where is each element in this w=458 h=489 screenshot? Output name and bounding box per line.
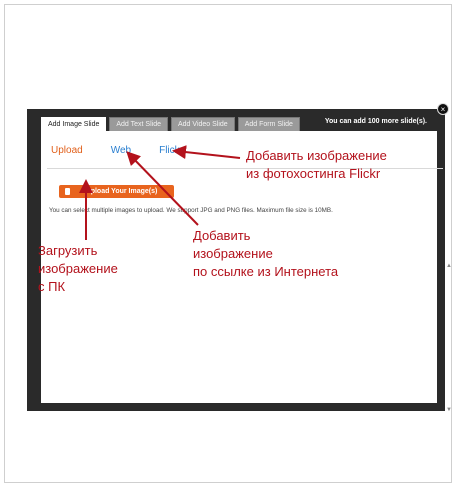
- tab-add-form-slide[interactable]: Add Form Slide: [237, 117, 300, 131]
- annotation-upload: Загрузить изображение с ПК: [38, 243, 118, 294]
- annotation-web: Добавить изображение по ссылке из Интерн…: [193, 228, 339, 279]
- tab-add-video-slide[interactable]: Add Video Slide: [171, 117, 235, 131]
- slides-remaining-note: You can add 100 more slide(s).: [324, 118, 427, 125]
- source-tabs: Upload Web Flickr: [51, 145, 211, 156]
- scrollbar[interactable]: ▲ ▼: [445, 263, 453, 413]
- tab-flickr[interactable]: Flickr: [159, 145, 183, 156]
- upload-button-label: Upload Your Image(s): [85, 188, 158, 195]
- upload-images-button[interactable]: Upload Your Image(s): [59, 185, 174, 198]
- tab-upload[interactable]: Upload: [51, 145, 83, 156]
- document-icon: [65, 188, 70, 195]
- upload-hint-text: You can select multiple images to upload…: [49, 207, 333, 214]
- annotation-flickr: Добавить изображение из фотохостинга Fli…: [246, 148, 387, 181]
- tab-web[interactable]: Web: [111, 145, 131, 156]
- slide-type-tabs: Add Image Slide Add Text Slide Add Video…: [41, 117, 300, 131]
- close-icon[interactable]: ×: [437, 103, 449, 115]
- scroll-down-icon[interactable]: ▼: [445, 407, 453, 413]
- tab-add-image-slide[interactable]: Add Image Slide: [41, 117, 107, 131]
- scroll-up-icon[interactable]: ▲: [445, 263, 453, 269]
- tab-add-text-slide[interactable]: Add Text Slide: [109, 117, 168, 131]
